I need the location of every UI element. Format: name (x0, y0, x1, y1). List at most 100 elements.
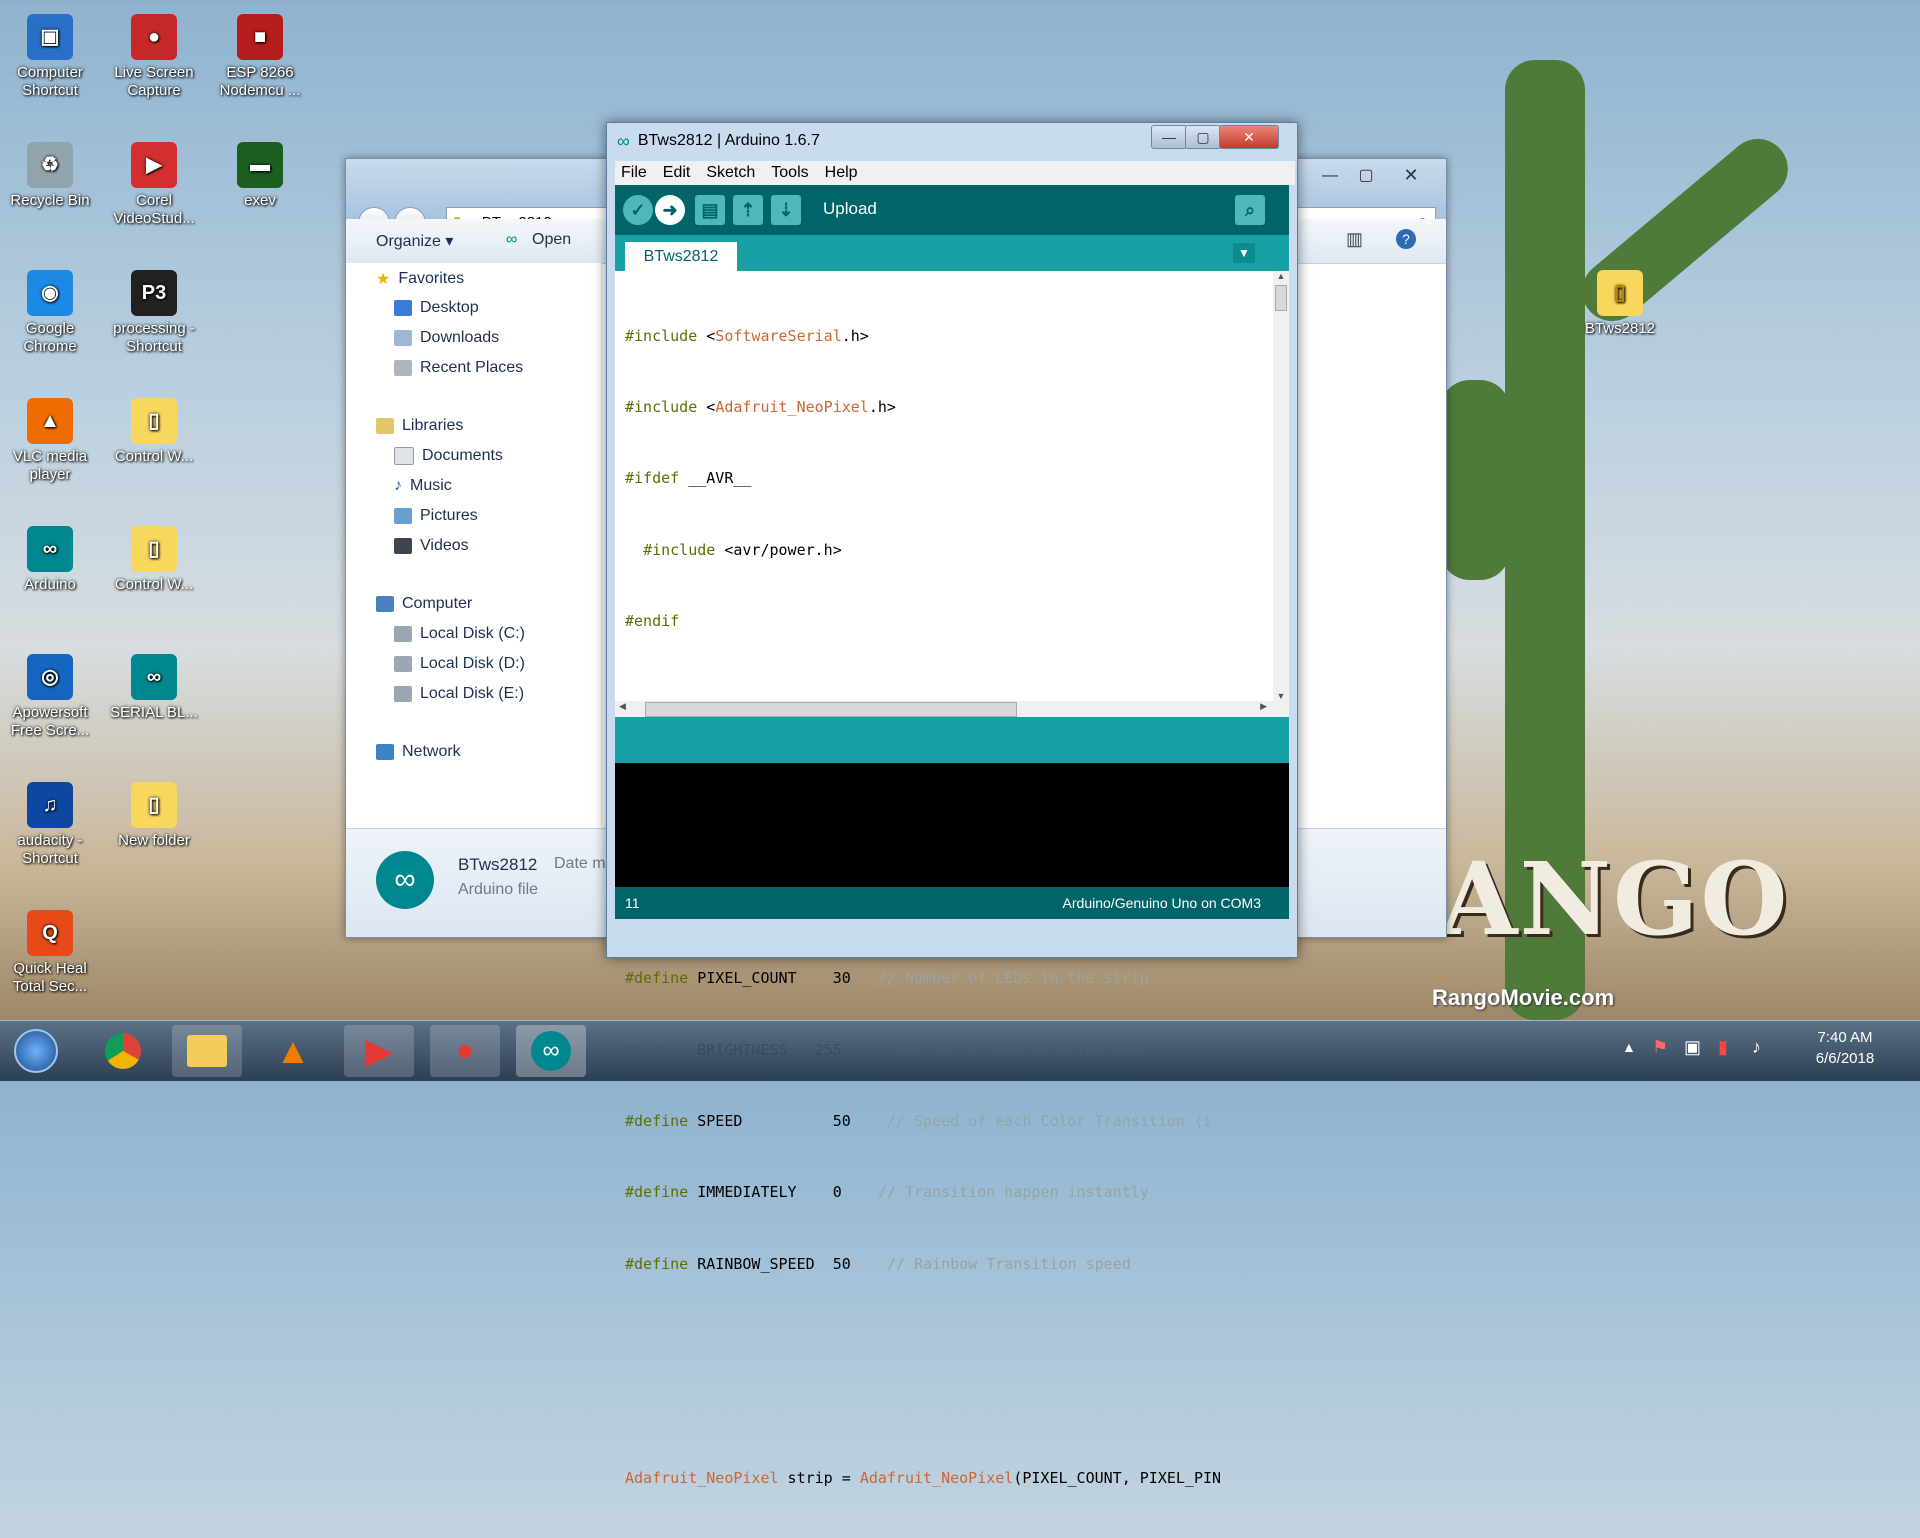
desktop-icon[interactable]: ◎ Apowersoft Free Scre... (2, 654, 98, 740)
nav-libraries[interactable]: Libraries (376, 417, 463, 435)
explorer-close-button[interactable]: ✕ (1394, 165, 1428, 185)
desktop-icon-label: Live Screen Capture (114, 64, 194, 99)
desktop-icon[interactable]: ◉ Google Chrome (2, 270, 98, 356)
desktop-shortcut-icon: ● (131, 14, 177, 60)
nav-label: Local Disk (C:) (420, 625, 525, 642)
explorer-minimize-button[interactable]: — (1316, 167, 1344, 187)
new-button[interactable]: ▤ (695, 195, 725, 225)
desktop-icon[interactable]: ▬ exev (212, 142, 308, 210)
desktop-icon[interactable]: ▯ Control W... (106, 526, 202, 594)
desktop-icon[interactable]: ▶ Corel VideoStud... (106, 142, 202, 228)
usb-icon[interactable]: ▣ (1684, 1037, 1701, 1058)
desktop-icon[interactable]: Q Quick Heal Total Sec... (2, 910, 98, 996)
desktop-icon-label: Arduino (24, 576, 76, 593)
menu-sketch[interactable]: Sketch (706, 164, 755, 182)
minimize-button[interactable]: — (1151, 125, 1187, 149)
arduino-icon: ∞ (531, 1031, 571, 1071)
nav-desktop[interactable]: Desktop (394, 299, 479, 317)
help-icon[interactable]: ? (1396, 229, 1416, 249)
open-button[interactable]: ⇡ (733, 195, 763, 225)
close-button[interactable]: ✕ (1219, 125, 1279, 149)
upload-button[interactable]: ➜ (655, 195, 685, 225)
nav-favorites[interactable]: ★ Favorites (376, 269, 464, 289)
scroll-up-icon[interactable]: ▲ (1273, 271, 1289, 281)
maximize-button[interactable]: ▢ (1185, 125, 1221, 149)
tray-expand-icon[interactable]: ▲ (1622, 1039, 1636, 1055)
desktop-icon[interactable]: ▯ New folder (106, 782, 202, 850)
organize-button[interactable]: Organize ▾ (376, 231, 453, 251)
nav-documents[interactable]: Documents (394, 447, 503, 465)
nav-downloads[interactable]: Downloads (394, 329, 499, 347)
desktop-shortcut-icon: ◎ (27, 654, 73, 700)
nav-label: Local Disk (E:) (420, 685, 525, 702)
disk-icon (394, 626, 412, 642)
network-tray-icon[interactable]: ▮ (1718, 1037, 1728, 1058)
scroll-left-icon[interactable]: ◀ (619, 701, 626, 712)
taskbar-vlc[interactable]: ▲ (258, 1025, 328, 1077)
desktop-icon-label: New folder (118, 832, 190, 849)
nav-disk-e[interactable]: Local Disk (E:) (394, 685, 524, 703)
chrome-icon (105, 1033, 141, 1069)
volume-icon[interactable]: ♪ (1752, 1037, 1761, 1058)
scroll-thumb[interactable] (1275, 285, 1287, 311)
verify-button[interactable]: ✓ (623, 195, 653, 225)
nav-recent-places[interactable]: Recent Places (394, 359, 523, 377)
clock[interactable]: 7:40 AM 6/6/2018 (1800, 1029, 1890, 1067)
desktop-shortcut-icon: ▶ (131, 142, 177, 188)
desktop-icon-label: Corel VideoStud... (113, 192, 195, 227)
scroll-thumb[interactable] (645, 702, 1017, 717)
menu-edit[interactable]: Edit (663, 164, 691, 182)
sketch-tab[interactable]: BTws2812 (625, 242, 737, 271)
nav-label: Favorites (398, 270, 465, 287)
action-center-icon[interactable]: ⚑ (1652, 1037, 1668, 1058)
line-number: 11 (625, 895, 640, 911)
tab-menu-button[interactable]: ▼ (1233, 243, 1255, 263)
sketch-tab-bar: BTws2812 ▼ (615, 235, 1289, 271)
nav-computer[interactable]: Computer (376, 595, 472, 613)
desktop-icon[interactable]: ∞ Arduino (2, 526, 98, 594)
taskbar-corel[interactable]: ▶ (344, 1025, 414, 1077)
nav-pictures[interactable]: Pictures (394, 507, 478, 525)
desktop-shortcut-icon: ◉ (27, 270, 73, 316)
scroll-down-icon[interactable]: ▼ (1273, 691, 1289, 701)
recent-places-icon (394, 360, 412, 376)
code-line: #include <avr/power.h> (643, 540, 842, 559)
desktop-icon-btws2812-folder[interactable]: ▯ BTws2812 (1572, 270, 1668, 338)
nav-disk-c[interactable]: Local Disk (C:) (394, 625, 525, 643)
explorer-maximize-button[interactable]: ▢ (1352, 165, 1380, 185)
menu-file[interactable]: File (621, 164, 647, 182)
nav-videos[interactable]: Videos (394, 537, 469, 555)
desktop-icon[interactable]: ∞ SERIAL BL... (106, 654, 202, 722)
desktop-icon[interactable]: ● Live Screen Capture (106, 14, 202, 100)
taskbar-arduino[interactable]: ∞ (516, 1025, 586, 1077)
serial-monitor-button[interactable]: ⌕ (1235, 195, 1265, 225)
desktop-icon[interactable]: ■ ESP 8266 Nodemcu ... (212, 14, 308, 100)
nav-disk-d[interactable]: Local Disk (D:) (394, 655, 525, 673)
nav-network[interactable]: Network (376, 743, 461, 761)
ide-titlebar[interactable]: ∞ BTws2812 | Arduino 1.6.7 — ▢ ✕ (607, 123, 1297, 159)
desktop-icon[interactable]: ♫ audacity - Shortcut (2, 782, 98, 868)
taskbar-chrome[interactable] (88, 1025, 158, 1077)
menu-help[interactable]: Help (825, 164, 858, 182)
desktop-icon[interactable]: ▣ Computer Shortcut (2, 14, 98, 100)
horizontal-scrollbar[interactable]: ◀ ▶ (615, 701, 1289, 717)
desktop-icon[interactable]: ▯ Control W... (106, 398, 202, 466)
desktop-icon-label: Control W... (114, 448, 194, 465)
start-button[interactable] (4, 1025, 68, 1077)
menu-tools[interactable]: Tools (771, 164, 808, 182)
desktop-icon[interactable]: ▲ VLC media player (2, 398, 98, 484)
console-output[interactable] (615, 763, 1289, 887)
folder-icon: ▯ (1597, 270, 1643, 316)
nav-label: Computer (402, 595, 473, 612)
desktop-icon[interactable]: P3 processing - Shortcut (106, 270, 202, 356)
open-button[interactable]: Open (532, 231, 571, 249)
taskbar-screen-capture[interactable]: ● (430, 1025, 500, 1077)
arduino-ide-window[interactable]: ∞ BTws2812 | Arduino 1.6.7 — ▢ ✕ File Ed… (606, 122, 1298, 1487)
taskbar-explorer[interactable] (172, 1025, 242, 1077)
desktop-icon[interactable]: ♻ Recycle Bin (2, 142, 98, 210)
view-options-icon[interactable]: ▥ (1346, 229, 1363, 250)
nav-music[interactable]: ♪ Music (394, 477, 452, 495)
scroll-right-icon[interactable]: ▶ (1260, 701, 1267, 712)
vertical-scrollbar[interactable]: ▲ ▼ (1273, 271, 1289, 701)
save-button[interactable]: ⇣ (771, 195, 801, 225)
